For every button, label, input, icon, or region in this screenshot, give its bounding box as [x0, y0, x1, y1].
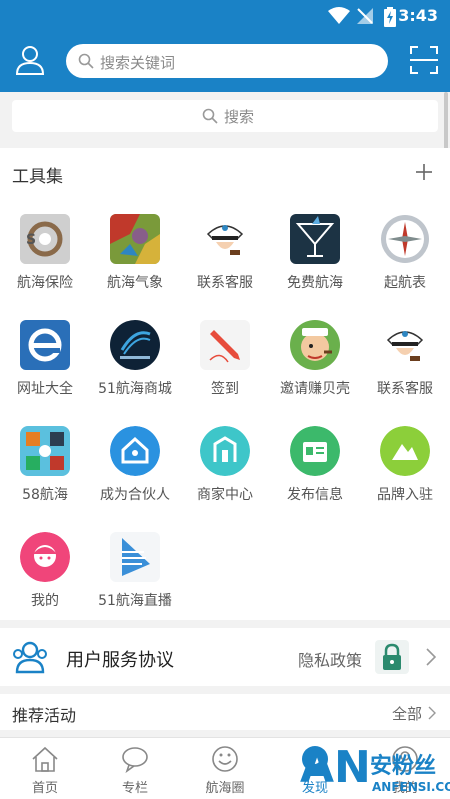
clock: 3:43 — [398, 6, 438, 25]
view-all-link[interactable]: 全部 — [392, 703, 422, 724]
mountain-icon — [380, 426, 430, 476]
scan-icon[interactable] — [410, 46, 438, 74]
tool-item-merchant-center[interactable]: 商家中心 — [180, 426, 270, 532]
avatar-icon — [20, 532, 70, 582]
svg-text:S: S — [26, 232, 36, 248]
house-icon — [110, 426, 160, 476]
tool-item-mall[interactable]: 51航海商城 — [90, 320, 180, 426]
privacy-policy-link[interactable]: 隐私政策 — [298, 647, 362, 671]
tool-item-customer-service[interactable]: 联系客服 — [180, 214, 270, 320]
tab-column[interactable]: 专栏 — [90, 738, 180, 799]
tool-item-insurance[interactable]: S 航海保险 — [0, 214, 90, 320]
add-icon[interactable] — [416, 164, 432, 180]
tool-label: 联系客服 — [197, 275, 253, 291]
watermark-url: ANFENSI.COM — [372, 780, 450, 794]
tool-label: 51航海直播 — [98, 593, 172, 609]
ie-icon — [20, 320, 70, 370]
tool-item-mine[interactable]: 我的 — [0, 532, 90, 638]
tool-item-websites[interactable]: 网址大全 — [0, 320, 90, 426]
tool-label: 签到 — [211, 381, 239, 397]
watermark-logo: AN — [300, 742, 371, 793]
tool-item-brand-entry[interactable]: 品牌入驻 — [360, 426, 450, 532]
secondary-search-bar: 搜索 — [0, 92, 444, 144]
tool-item-weather[interactable]: 航海气象 — [90, 214, 180, 320]
user-agreement-link[interactable]: 用户服务协议 — [66, 646, 174, 672]
chevron-right-icon[interactable] — [426, 648, 436, 666]
tool-label: 成为合伙人 — [100, 487, 170, 503]
recommended-title: 推荐活动 — [12, 706, 77, 725]
live-icon — [110, 532, 160, 582]
tool-item-publish[interactable]: 发布信息 — [270, 426, 360, 532]
people-icon — [13, 641, 47, 674]
smile-icon — [212, 746, 238, 772]
weather-map-icon — [110, 214, 160, 264]
tool-item-invite[interactable]: 邀请赚贝壳 — [270, 320, 360, 426]
tool-item-departure-table[interactable]: 起航表 — [360, 214, 450, 320]
tab-label: 专栏 — [121, 781, 148, 796]
tab-sailing-circle[interactable]: 航海圈 — [180, 738, 270, 799]
tool-label: 网址大全 — [17, 381, 73, 397]
tool-item-free-sailing[interactable]: 免费航海 — [270, 214, 360, 320]
captain-icon — [200, 214, 250, 264]
tool-label: 免费航海 — [287, 275, 343, 291]
chevron-right-icon[interactable] — [428, 706, 436, 720]
tool-label: 商家中心 — [197, 487, 253, 503]
wifi-icon — [328, 7, 350, 24]
tool-item-partner[interactable]: 成为合伙人 — [90, 426, 180, 532]
tool-label: 发布信息 — [287, 487, 343, 503]
tool-item-58-sailing[interactable]: 58航海 — [0, 426, 90, 532]
agreement-row: 用户服务协议 隐私政策 — [0, 628, 450, 686]
compass-icon — [380, 214, 430, 264]
tab-label: 首页 — [31, 781, 58, 796]
popeye-icon — [290, 320, 340, 370]
secondary-search-placeholder: 搜索 — [224, 108, 255, 126]
captain-icon — [380, 320, 430, 370]
tools-title: 工具集 — [12, 167, 63, 187]
tool-label: 航海气象 — [107, 275, 163, 291]
mall-icon — [110, 320, 160, 370]
home-icon — [32, 746, 58, 772]
tab-home[interactable]: 首页 — [0, 738, 90, 799]
tool-item-customer-service-2[interactable]: 联系客服 — [360, 320, 450, 426]
puzzle-icon — [20, 426, 70, 476]
tool-label: 品牌入驻 — [377, 487, 433, 503]
tools-section: 工具集 S 航海保险 航海气象 联系客服 免费航海 起航表 网址大全 51航海商… — [0, 148, 450, 620]
cocktail-icon — [290, 214, 340, 264]
tool-label: 58航海 — [22, 487, 68, 503]
user-profile-icon[interactable] — [14, 44, 46, 76]
battery-icon — [384, 7, 396, 27]
lock-icon — [375, 640, 409, 674]
no-signal-icon — [357, 8, 373, 24]
id-card-icon — [290, 426, 340, 476]
watermark: AN 安粉丝 ANFENSI.COM — [300, 742, 450, 799]
search-placeholder: 搜索关键词 — [100, 54, 176, 72]
search-icon — [202, 108, 218, 124]
status-bar: 3:43 — [0, 0, 450, 32]
pencil-icon — [200, 320, 250, 370]
tool-label: 邀请赚贝壳 — [280, 381, 350, 397]
secondary-search-input[interactable]: 搜索 — [12, 100, 438, 132]
tab-label: 航海圈 — [205, 781, 245, 796]
search-icon — [78, 53, 94, 69]
tool-label: 我的 — [31, 593, 59, 609]
search-input[interactable]: 搜索关键词 — [66, 44, 388, 78]
watermark-text: 安粉丝 — [370, 754, 437, 779]
shop-icon — [200, 426, 250, 476]
tool-label: 联系客服 — [377, 381, 433, 397]
tool-item-checkin[interactable]: 签到 — [180, 320, 270, 426]
insurance-icon: S — [20, 214, 70, 264]
tool-label: 起航表 — [384, 275, 426, 291]
app-header: 搜索关键词 — [0, 32, 450, 92]
tool-label: 51航海商城 — [98, 381, 172, 397]
chat-bubble-icon — [122, 747, 148, 773]
tool-item-live[interactable]: 51航海直播 — [90, 532, 180, 638]
recommended-activities-row: 推荐活动 全部 — [0, 694, 450, 730]
tool-label: 航海保险 — [17, 275, 73, 291]
